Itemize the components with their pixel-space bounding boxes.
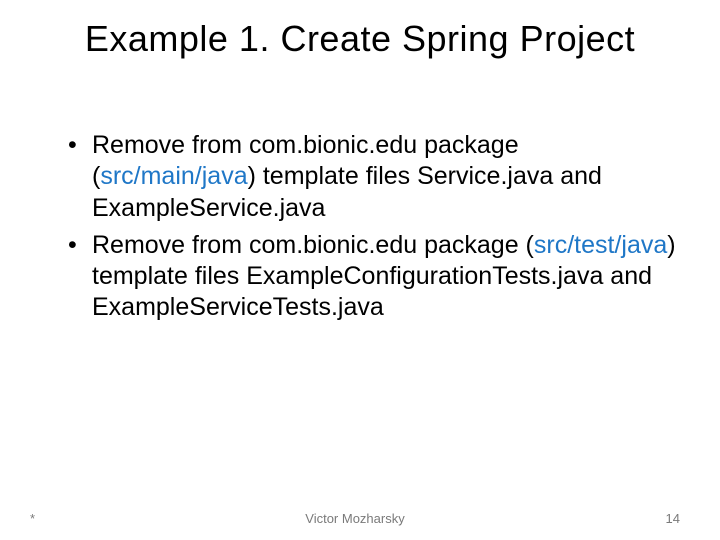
slide-title: Example 1. Create Spring Project <box>0 0 720 60</box>
slide-content: Remove from com.bionic.edu package (src/… <box>0 60 720 324</box>
list-item: Remove from com.bionic.edu package (src/… <box>60 230 680 324</box>
bullet-list: Remove from com.bionic.edu package (src/… <box>60 130 680 324</box>
bullet-text-pre: Remove from com.bionic.edu package ( <box>92 231 534 259</box>
footer-author: Victor Mozharsky <box>247 511 464 526</box>
bullet-highlight: src/test/java <box>534 231 667 259</box>
footer-date: * <box>30 511 247 526</box>
slide-footer: * Victor Mozharsky 14 <box>0 511 720 526</box>
footer-page-number: 14 <box>463 511 680 526</box>
bullet-highlight: src/main/java <box>100 162 247 190</box>
list-item: Remove from com.bionic.edu package (src/… <box>60 130 680 224</box>
